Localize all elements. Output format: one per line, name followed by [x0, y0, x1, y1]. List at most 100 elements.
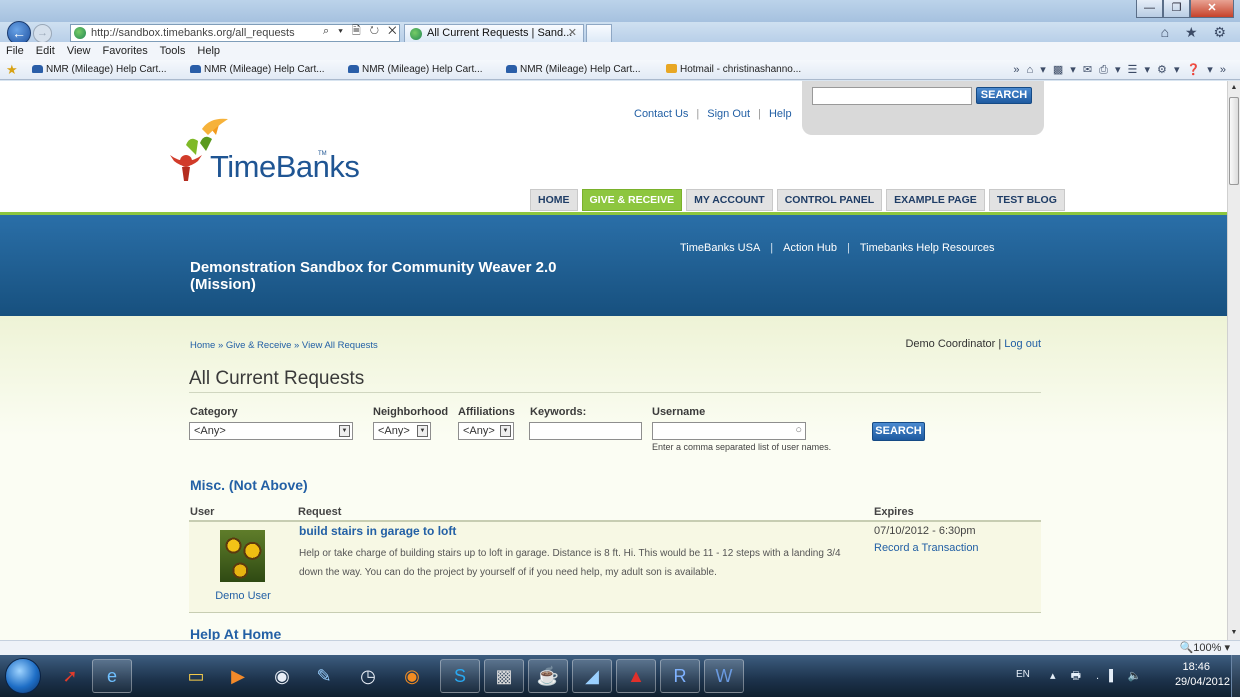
clock-time[interactable]: 18:46	[1182, 661, 1210, 673]
username-input[interactable]: ○	[652, 422, 806, 440]
tab-home[interactable]: HOME	[530, 189, 578, 211]
site-favicon-icon	[74, 27, 86, 39]
browser-icons[interactable]: ⌂ ★ ⚙	[1161, 24, 1232, 41]
favorites-star-icon[interactable]: ★	[6, 60, 18, 80]
contacts-icon[interactable]: ◉	[262, 659, 302, 693]
menu-help[interactable]: Help	[197, 45, 220, 57]
menu-tools[interactable]: Tools	[160, 45, 186, 57]
column-header-user[interactable]: User	[190, 506, 214, 518]
app-icon[interactable]: ◢	[572, 659, 612, 693]
menu-file[interactable]: File	[6, 45, 24, 57]
timebanks-usa-link[interactable]: TimeBanks USA	[680, 242, 760, 254]
row-user-link[interactable]: Demo User	[201, 590, 285, 602]
neighborhood-select[interactable]: <Any> ▼	[373, 422, 431, 440]
menu-view[interactable]: View	[67, 45, 91, 57]
site-banner: TimeBanks USA | Action Hub | Timebanks Help …	[0, 215, 1227, 316]
terminal-icon[interactable]: ▩	[484, 659, 524, 693]
firefox-icon[interactable]: ◉	[392, 659, 432, 693]
window-titlebar: — ❐ ✕	[0, 0, 1240, 22]
contact-us-link[interactable]: Contact Us	[634, 108, 688, 120]
status-bar: 🔍100% ▾	[0, 640, 1240, 655]
tab-my-account[interactable]: MY ACCOUNT	[686, 189, 773, 211]
car-icon	[32, 65, 43, 73]
scroll-down-icon[interactable]: ▼	[1228, 626, 1240, 640]
page-viewport: SEARCH Contact Us | Sign Out | Help TimeBank…	[0, 81, 1227, 640]
address-text: http://sandbox.timebanks.org/all_request…	[91, 27, 295, 39]
zoom-level[interactable]: 🔍100% ▾	[1180, 641, 1230, 655]
tab-close-icon[interactable]: ✕	[568, 25, 577, 42]
word-icon[interactable]: W	[704, 659, 744, 693]
chevron-down-icon: ▼	[500, 425, 511, 437]
maximize-icon[interactable]: ❐	[1163, 0, 1190, 18]
column-header-expires[interactable]: Expires	[874, 506, 914, 518]
record-transaction-link[interactable]: Record a Transaction	[874, 542, 979, 554]
car-icon	[348, 65, 359, 73]
header-search-button[interactable]: SEARCH	[976, 87, 1032, 104]
tray-icons[interactable]: ▴ 🖶 .▐ 🔈	[1050, 667, 1148, 686]
tab-test-blog[interactable]: TEST BLOG	[988, 189, 1065, 211]
logout-link[interactable]: Log out	[1004, 338, 1041, 350]
media-player-icon[interactable]: ▶	[218, 659, 258, 693]
clock-date[interactable]: 29/04/2012	[1175, 676, 1230, 688]
language-indicator[interactable]: EN	[1016, 669, 1030, 680]
clock-app-icon[interactable]: ◷	[348, 659, 388, 693]
car-icon	[190, 65, 201, 73]
show-desktop-button[interactable]	[1231, 655, 1240, 697]
user-box: Demo Coordinator | Log out	[905, 338, 1041, 350]
category-select[interactable]: <Any> ▼	[189, 422, 353, 440]
header-search-input[interactable]	[812, 87, 972, 105]
menu-favorites[interactable]: Favorites	[103, 45, 148, 57]
help-link[interactable]: Help	[769, 108, 792, 120]
request-expires: 07/10/2012 - 6:30pm	[874, 525, 976, 537]
folder-icon[interactable]: ▭	[176, 659, 216, 693]
minimize-icon[interactable]: —	[1136, 0, 1163, 18]
autocomplete-icon: ○	[795, 424, 802, 436]
drawing-tool-icon[interactable]: ✎	[304, 659, 344, 693]
request-title-link[interactable]: build stairs in garage to loft	[299, 524, 456, 538]
favorite-link[interactable]: NMR (Mileage) Help Cart...	[348, 60, 483, 80]
favorite-link[interactable]: NMR (Mileage) Help Cart...	[32, 60, 167, 80]
address-tools[interactable]: ⌕ ▾ 🗎 ↻ ✕	[323, 22, 400, 41]
pin-icon[interactable]: ➚	[50, 659, 90, 693]
keywords-input[interactable]	[529, 422, 642, 440]
favorite-link-hotmail[interactable]: Hotmail - christinashanno...	[666, 60, 801, 80]
tab-title: All Current Requests | Sand...	[427, 27, 573, 39]
help-resources-link[interactable]: Timebanks Help Resources	[860, 242, 995, 254]
favorite-link[interactable]: NMR (Mileage) Help Cart...	[190, 60, 325, 80]
command-bar-icons[interactable]: » ⌂ ▾ ▩ ▾ ✉ ⎙ ▾ ☰ ▾ ⚙ ▾ ❓ ▾ »	[1013, 60, 1228, 80]
new-tab-button[interactable]	[586, 24, 612, 43]
browser-tab-active[interactable]: All Current Requests | Sand... ✕	[404, 24, 584, 43]
pdf-reader-icon[interactable]: ▲	[616, 659, 656, 693]
menu-edit[interactable]: Edit	[36, 45, 55, 57]
tab-control-panel[interactable]: CONTROL PANEL	[776, 189, 883, 211]
sign-out-link[interactable]: Sign Out	[707, 108, 750, 120]
navigation-bar: ← → http://sandbox.timebanks.org/all_req…	[0, 21, 1240, 45]
scroll-thumb[interactable]	[1229, 97, 1239, 185]
skype-icon[interactable]: S	[440, 659, 480, 693]
breadcrumb[interactable]: Home » Give & Receive » View All Request…	[190, 340, 378, 351]
header-search-panel: SEARCH	[802, 81, 1044, 135]
scroll-up-icon[interactable]: ▲	[1228, 81, 1240, 95]
chevron-down-icon: ▼	[417, 425, 428, 437]
timebanks-logo[interactable]: TimeBanks TM	[168, 115, 368, 185]
action-hub-link[interactable]: Action Hub	[783, 242, 837, 254]
r-app-icon[interactable]: R	[660, 659, 700, 693]
column-header-request[interactable]: Request	[298, 506, 341, 518]
page-scrollbar[interactable]: ▲ ▼	[1227, 81, 1240, 640]
forward-icon[interactable]: →	[33, 24, 52, 43]
site-header: SEARCH Contact Us | Sign Out | Help TimeBank…	[0, 81, 1227, 213]
favorite-link[interactable]: NMR (Mileage) Help Cart...	[506, 60, 641, 80]
tab-example-page[interactable]: EXAMPLE PAGE	[886, 189, 985, 211]
window-controls: — ❐ ✕	[1136, 0, 1234, 18]
filter-search-button[interactable]: SEARCH	[872, 422, 925, 441]
tab-give-receive[interactable]: GIVE & RECEIVE	[581, 189, 683, 211]
start-button[interactable]	[5, 658, 41, 694]
affiliations-select[interactable]: <Any> ▼	[458, 422, 514, 440]
user-avatar[interactable]	[220, 530, 265, 582]
close-window-icon[interactable]: ✕	[1190, 0, 1234, 18]
java-icon[interactable]: ☕	[528, 659, 568, 693]
category-label: Category	[190, 406, 238, 418]
taskbar: ➚ e ▭ ▶ ◉ ✎ ◷ ◉ S ▩ ☕ ◢ ▲ R W EN ▴ 🖶 .▐ …	[0, 655, 1240, 697]
banner-links: TimeBanks USA | Action Hub | Timebanks Help …	[680, 242, 995, 254]
internet-explorer-icon[interactable]: e	[92, 659, 132, 693]
